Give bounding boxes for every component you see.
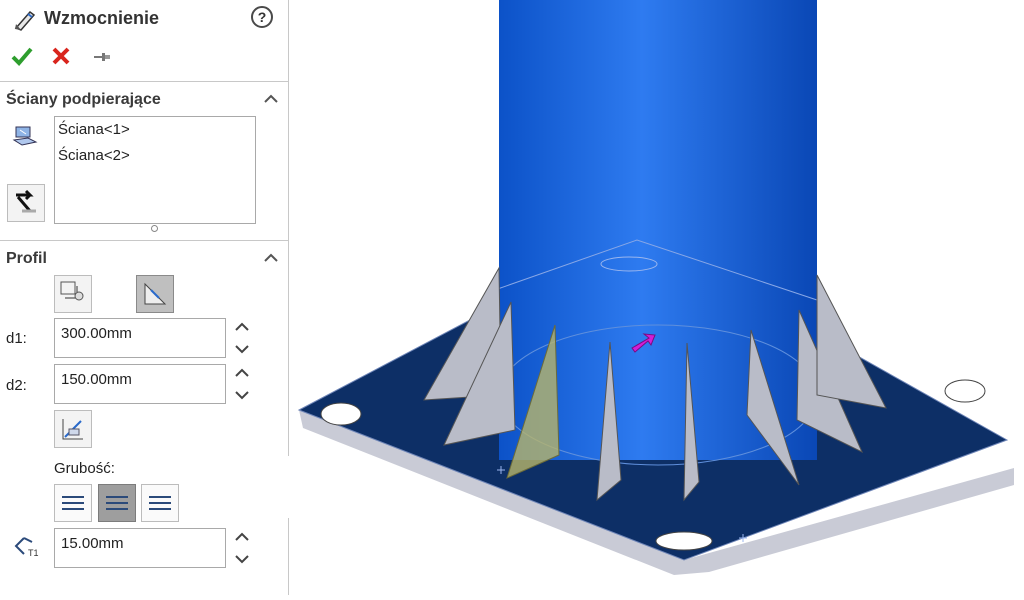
bolt-slot — [944, 379, 986, 403]
svg-text:T1: T1 — [28, 548, 39, 558]
faces-selection-list[interactable]: Ściana<1> Ściana<2> — [54, 116, 256, 224]
reverse-arrow-icon — [16, 189, 36, 213]
flip-side-button[interactable] — [54, 410, 92, 448]
thickness-input[interactable]: 15.00mm — [54, 528, 226, 568]
property-manager-panel: Wzmocnienie ? Ściany podpierające Ściana… — [0, 0, 289, 595]
align-lines-icon — [106, 496, 128, 510]
divider — [0, 240, 288, 241]
graphics-viewport[interactable] — [289, 0, 1024, 595]
thickness-side-one-button[interactable] — [54, 484, 92, 522]
thickness-t1-icon: T1 — [12, 534, 42, 560]
list-item[interactable]: Ściana<2> — [58, 143, 255, 169]
reverse-direction-button[interactable] — [7, 184, 45, 222]
pushpin-icon — [94, 53, 110, 61]
resize-handle-icon[interactable] — [151, 225, 158, 232]
flip-profile-icon — [62, 419, 83, 440]
thickness-label: Grubość: — [54, 460, 115, 477]
thickness-side-two-button[interactable] — [141, 484, 179, 522]
cancel-button[interactable] — [50, 45, 72, 67]
thickness-stepper[interactable] — [233, 528, 251, 568]
profile-type-angle-button[interactable] — [136, 275, 174, 313]
collapse-chevron-icon[interactable] — [262, 92, 280, 106]
divider — [0, 81, 288, 82]
profile-angle-icon — [144, 282, 167, 305]
profile-distance-icon — [60, 281, 84, 301]
section-heading-faces: Ściany podpierające — [6, 91, 161, 108]
rib-feature-icon — [12, 8, 38, 32]
profile-type-distance-button[interactable] — [54, 275, 92, 313]
d1-input[interactable]: 300.00mm — [54, 318, 226, 358]
list-item[interactable]: Ściana<1> — [58, 117, 255, 143]
ok-button[interactable] — [10, 44, 34, 68]
d2-label: d2: — [6, 377, 27, 394]
align-lines-icon — [62, 496, 84, 510]
panel-title: Wzmocnienie — [44, 8, 160, 28]
face-selection-icon — [12, 124, 38, 148]
bolt-slot — [655, 531, 713, 551]
thickness-mid-button[interactable] — [98, 484, 136, 522]
bolt-slot — [320, 402, 362, 426]
d1-stepper[interactable] — [233, 318, 251, 358]
help-icon[interactable]: ? — [251, 6, 273, 28]
d2-stepper[interactable] — [233, 364, 251, 404]
d2-input[interactable]: 150.00mm — [54, 364, 226, 404]
close-icon — [52, 47, 70, 65]
check-icon — [11, 47, 33, 66]
pin-button[interactable] — [92, 48, 112, 66]
align-lines-icon — [149, 496, 171, 510]
d1-label: d1: — [6, 330, 27, 347]
rib — [816, 274, 887, 409]
collapse-chevron-icon[interactable] — [262, 251, 280, 265]
section-heading-profile: Profil — [6, 250, 47, 267]
model-3d-view — [297, 0, 1014, 575]
